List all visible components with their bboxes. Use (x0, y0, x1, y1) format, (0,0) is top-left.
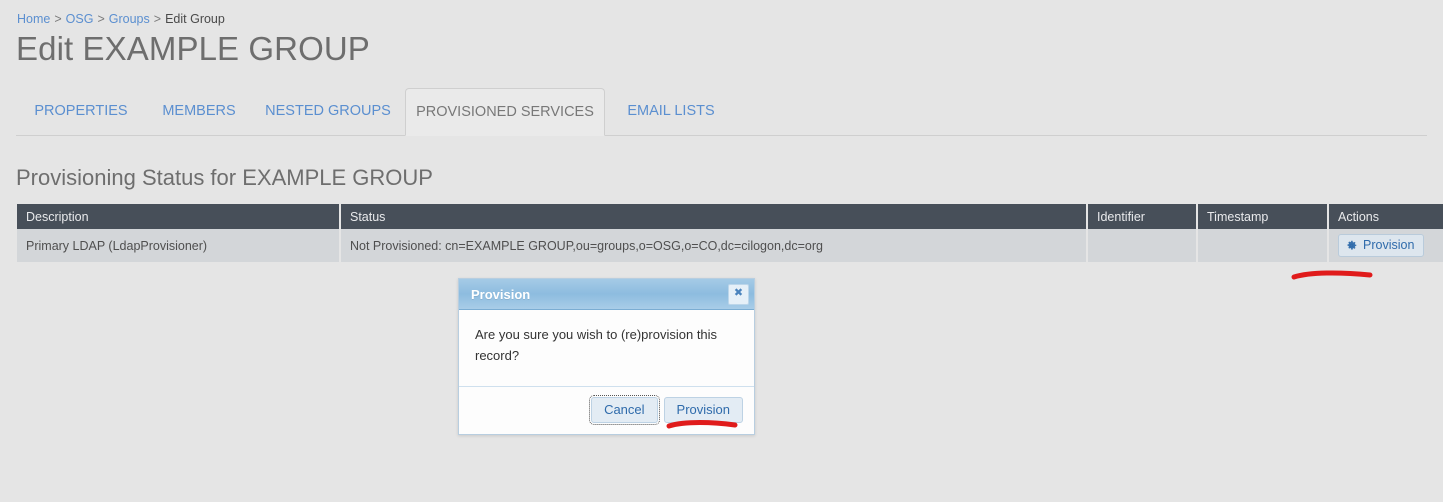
breadcrumb-separator: > (153, 12, 162, 26)
row-provision-button-label: Provision (1363, 238, 1415, 252)
dialog-footer: Cancel Provision (459, 386, 754, 434)
row-provision-button[interactable]: Provision (1338, 234, 1425, 257)
tab-properties[interactable]: PROPERTIES (21, 88, 141, 135)
close-icon[interactable]: ✖ (728, 283, 749, 305)
dialog-title: Provision (471, 286, 531, 302)
annotation-underline-row-provision (1291, 270, 1373, 280)
provision-confirm-dialog: Provision ✖ Are you sure you wish to (re… (458, 278, 755, 435)
tab-members[interactable]: MEMBERS (147, 88, 251, 135)
breadcrumb-link-groups[interactable]: Groups (109, 12, 150, 26)
column-header-description: Description (17, 204, 341, 229)
page-title: Edit EXAMPLE GROUP (16, 30, 370, 67)
column-header-status: Status (340, 204, 1088, 229)
tab-nested-groups[interactable]: NESTED GROUPS (255, 88, 401, 135)
cell-timestamp (1197, 229, 1329, 262)
section-heading: Provisioning Status for EXAMPLE GROUP (16, 165, 433, 190)
column-header-identifier: Identifier (1087, 204, 1198, 229)
table-header-row: Description Status Identifier Timestamp … (17, 204, 1443, 229)
provisioning-status-table: Description Status Identifier Timestamp … (17, 204, 1443, 262)
table-row: Primary LDAP (LdapProvisioner) Not Provi… (17, 229, 1443, 262)
tab-provisioned-services[interactable]: PROVISIONED SERVICES (405, 88, 605, 136)
breadcrumb: Home > OSG > Groups > Edit Group (17, 11, 225, 27)
breadcrumb-current-edit-group: Edit Group (165, 12, 225, 26)
breadcrumb-separator: > (54, 12, 62, 26)
breadcrumb-separator: > (97, 12, 105, 26)
tab-email-lists[interactable]: EMAIL LISTS (609, 88, 733, 135)
dialog-provision-button[interactable]: Provision (663, 397, 743, 423)
cell-actions: Provision (1328, 229, 1443, 262)
breadcrumb-link-osg[interactable]: OSG (66, 12, 94, 26)
cell-identifier (1087, 229, 1198, 262)
tab-bar: PROPERTIES MEMBERS NESTED GROUPS PROVISI… (16, 88, 1427, 136)
column-header-timestamp: Timestamp (1197, 204, 1329, 229)
dialog-message: Are you sure you wish to (re)provision t… (475, 327, 718, 363)
breadcrumb-link-home[interactable]: Home (17, 12, 50, 26)
column-header-actions: Actions (1328, 204, 1443, 229)
cell-status: Not Provisioned: cn=EXAMPLE GROUP,ou=gro… (340, 229, 1088, 262)
cancel-button[interactable]: Cancel (589, 395, 660, 425)
cell-description: Primary LDAP (LdapProvisioner) (17, 229, 341, 262)
dialog-titlebar: Provision ✖ (459, 279, 754, 310)
gear-icon (1346, 240, 1357, 251)
